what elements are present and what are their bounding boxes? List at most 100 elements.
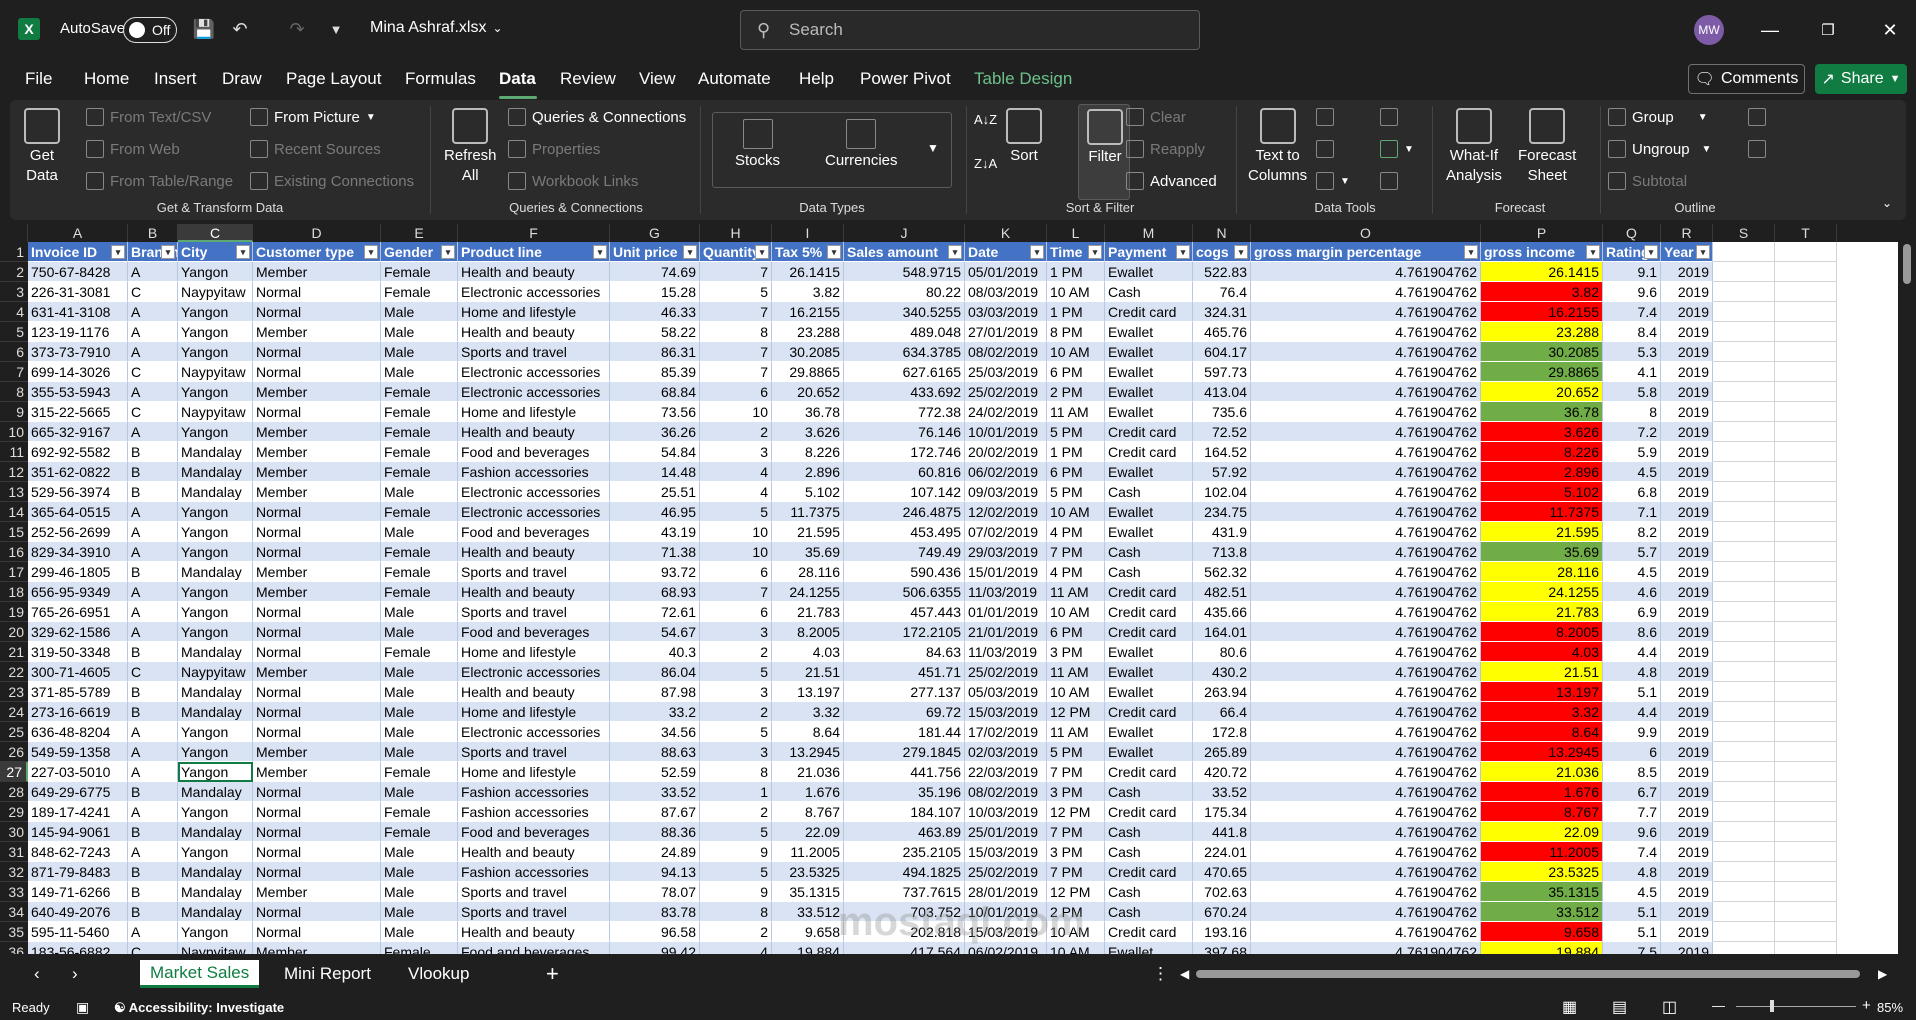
row-header[interactable]: 10 xyxy=(0,422,28,442)
cell[interactable]: 329-62-1586 xyxy=(28,622,128,642)
cell[interactable]: Food and beverages xyxy=(458,522,610,542)
column-header-h[interactable]: H xyxy=(700,224,772,242)
cell[interactable]: 300-71-4605 xyxy=(28,662,128,682)
cell[interactable]: 2019 xyxy=(1661,782,1713,802)
row-header[interactable]: 13 xyxy=(0,482,28,502)
cell[interactable]: 506.6355 xyxy=(844,582,965,602)
scroll-left-icon[interactable]: ◀ xyxy=(1170,960,1199,988)
zoom-level[interactable]: 85% xyxy=(1877,1000,1903,1015)
cell[interactable]: Normal xyxy=(253,722,381,742)
cell[interactable]: 7 PM xyxy=(1047,822,1105,842)
cell[interactable]: 83.78 xyxy=(610,902,700,922)
column-title[interactable]: ▾ Branch xyxy=(128,242,178,262)
cell[interactable]: 36.78 xyxy=(772,402,844,422)
cell[interactable]: Credit card xyxy=(1105,702,1193,722)
cell[interactable]: 4.761904762 xyxy=(1251,382,1481,402)
file-name[interactable]: Mina Ashraf.xlsx ⌄ xyxy=(370,19,503,37)
cell[interactable]: Ewallet xyxy=(1105,362,1193,382)
cell[interactable]: Ewallet xyxy=(1105,462,1193,482)
cell[interactable] xyxy=(1775,802,1837,822)
cell[interactable]: 175.34 xyxy=(1193,802,1251,822)
cell[interactable]: 9 xyxy=(700,842,772,862)
cell[interactable]: 35.69 xyxy=(1481,542,1603,562)
cell[interactable] xyxy=(1775,282,1837,302)
cell[interactable] xyxy=(1775,342,1837,362)
cell[interactable]: 4.1 xyxy=(1603,362,1661,382)
row-header[interactable]: 27 xyxy=(0,762,28,782)
cell[interactable]: 5 xyxy=(700,862,772,882)
cell[interactable]: A xyxy=(128,762,178,782)
cell[interactable]: 829-34-3910 xyxy=(28,542,128,562)
cell[interactable]: B xyxy=(128,462,178,482)
ungroup-button[interactable]: Ungroup ▼ xyxy=(1608,140,1711,158)
cell[interactable]: 07/02/2019 xyxy=(965,522,1047,542)
filter-dropdown-icon[interactable]: ▾ xyxy=(1586,245,1600,259)
cell[interactable]: 8 xyxy=(700,902,772,922)
cell[interactable]: 7.2 xyxy=(1603,422,1661,442)
advanced-filter-button[interactable]: Advanced xyxy=(1126,172,1217,190)
cell[interactable]: Male xyxy=(381,742,458,762)
cell[interactable]: 4.761904762 xyxy=(1251,882,1481,902)
reapply-button[interactable]: Reapply xyxy=(1126,140,1205,158)
cell[interactable]: A xyxy=(128,722,178,742)
cell[interactable]: 46.95 xyxy=(610,502,700,522)
cell[interactable]: 4.03 xyxy=(772,642,844,662)
cell[interactable]: 58.22 xyxy=(610,322,700,342)
cell[interactable]: Member xyxy=(253,422,381,442)
cell[interactable]: 871-79-8483 xyxy=(28,862,128,882)
cell[interactable] xyxy=(1713,482,1775,502)
filter-dropdown-icon[interactable]: ▾ xyxy=(683,245,697,259)
cell[interactable]: 4.761904762 xyxy=(1251,842,1481,862)
cell[interactable]: 562.32 xyxy=(1193,562,1251,582)
page-layout-view-icon[interactable]: ▤ xyxy=(1612,997,1627,1017)
next-sheet-icon[interactable]: › xyxy=(62,960,88,988)
cell[interactable]: A xyxy=(128,322,178,342)
cell[interactable]: 102.04 xyxy=(1193,482,1251,502)
cell[interactable]: 4.5 xyxy=(1603,882,1661,902)
cell[interactable]: 164.52 xyxy=(1193,442,1251,462)
cell[interactable]: 463.89 xyxy=(844,822,965,842)
cell[interactable]: 15/03/2019 xyxy=(965,842,1047,862)
cell[interactable]: Mandalay xyxy=(178,782,253,802)
cell[interactable]: 10 xyxy=(700,402,772,422)
cell[interactable] xyxy=(1713,522,1775,542)
queries-connections-button[interactable]: Queries & Connections xyxy=(508,108,686,126)
cell[interactable] xyxy=(1775,422,1837,442)
avatar[interactable]: MW xyxy=(1694,15,1724,45)
cell[interactable]: 4.5 xyxy=(1603,562,1661,582)
cell[interactable]: Normal xyxy=(253,282,381,302)
column-title[interactable]: ▾ City xyxy=(178,242,253,262)
forecast-sheet-button[interactable]: Forecast Sheet xyxy=(1518,108,1576,186)
cell[interactable]: 7 xyxy=(700,302,772,322)
cell[interactable] xyxy=(1775,602,1837,622)
cell[interactable] xyxy=(1713,862,1775,882)
cell[interactable] xyxy=(1713,622,1775,642)
cell[interactable]: 457.443 xyxy=(844,602,965,622)
cell[interactable] xyxy=(1775,482,1837,502)
cell[interactable]: 3 PM xyxy=(1047,842,1105,862)
cell[interactable]: 5 xyxy=(700,502,772,522)
cell[interactable]: 749.49 xyxy=(844,542,965,562)
tab-help[interactable]: Help xyxy=(799,69,834,89)
collapse-ribbon-icon[interactable]: ⌄ xyxy=(1882,196,1892,210)
cell[interactable]: 84.63 xyxy=(844,642,965,662)
cell[interactable]: 25/02/2019 xyxy=(965,382,1047,402)
cell[interactable]: 5.1 xyxy=(1603,902,1661,922)
cell[interactable]: 7.1 xyxy=(1603,502,1661,522)
cell[interactable]: 2019 xyxy=(1661,422,1713,442)
column-title[interactable]: ▾ Unit price xyxy=(610,242,700,262)
cell[interactable]: 4.761904762 xyxy=(1251,602,1481,622)
cell[interactable]: 2019 xyxy=(1661,382,1713,402)
row-header[interactable]: 28 xyxy=(0,782,28,802)
cell[interactable]: 2019 xyxy=(1661,342,1713,362)
cell[interactable]: 4.761904762 xyxy=(1251,762,1481,782)
cell[interactable]: Normal xyxy=(253,842,381,862)
row-header[interactable]: 31 xyxy=(0,842,28,862)
cell[interactable]: 8.2 xyxy=(1603,522,1661,542)
cell[interactable]: 68.84 xyxy=(610,382,700,402)
cell[interactable]: Member xyxy=(253,662,381,682)
cell[interactable]: Ewallet xyxy=(1105,662,1193,682)
save-icon[interactable]: 💾 xyxy=(192,17,216,41)
cell[interactable]: 08/02/2019 xyxy=(965,782,1047,802)
cell[interactable]: 16.2155 xyxy=(772,302,844,322)
